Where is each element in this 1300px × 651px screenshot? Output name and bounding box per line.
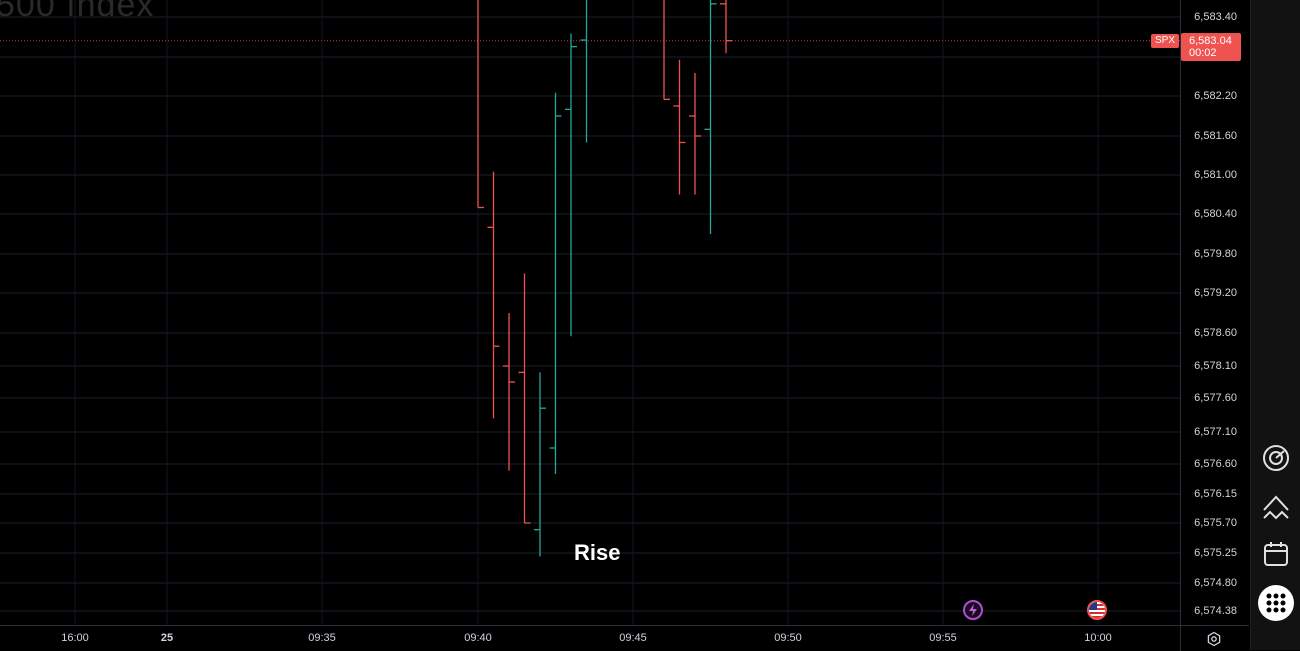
price-tick-label: 6,579.20 bbox=[1194, 287, 1237, 299]
price-tick-label: 6,574.38 bbox=[1194, 605, 1237, 617]
price-tick-label: 6,578.60 bbox=[1194, 327, 1237, 339]
symbol-tag: SPX bbox=[1151, 34, 1180, 48]
time-tick-label: 09:50 bbox=[774, 632, 802, 644]
time-tick-label: 16:00 bbox=[61, 632, 89, 644]
time-tick-label: 09:35 bbox=[308, 632, 336, 644]
price-tick-label: 6,575.25 bbox=[1194, 547, 1237, 559]
time-tick-label: 10:00 bbox=[1084, 632, 1112, 644]
calendar-icon[interactable] bbox=[1258, 536, 1294, 572]
time-tick-label: 09:40 bbox=[464, 632, 492, 644]
price-tick-label: 6,576.60 bbox=[1194, 458, 1237, 470]
price-tick-label: 6,575.70 bbox=[1194, 517, 1237, 529]
pattern-icon[interactable] bbox=[1258, 488, 1294, 524]
time-tick-label: 25 bbox=[160, 632, 174, 644]
price-tick-label: 6,582.20 bbox=[1194, 90, 1237, 102]
current-price-tag: 6,583.04 00:02 bbox=[1181, 33, 1241, 61]
settings-gear-icon[interactable] bbox=[1206, 631, 1222, 647]
time-axis[interactable]: 16:00 25 09:35 09:40 09:45 09:50 09:55 10:00 bbox=[0, 625, 1180, 651]
price-tick-label: 6,581.60 bbox=[1194, 130, 1237, 142]
rise-label: Rise bbox=[574, 540, 621, 565]
price-tick-label: 6,578.10 bbox=[1194, 360, 1237, 372]
price-tick-label: 6,576.15 bbox=[1194, 488, 1237, 500]
chart-canvas[interactable] bbox=[0, 0, 1180, 625]
bar-countdown: 00:02 bbox=[1189, 47, 1217, 59]
time-tick-label: 09:55 bbox=[929, 632, 957, 644]
chart-area[interactable]: 500 Index Rise bbox=[0, 0, 1180, 625]
price-tick-label: 6,579.80 bbox=[1194, 248, 1237, 260]
current-price-value: 6,583.04 bbox=[1189, 35, 1232, 47]
price-tick-label: 6,581.00 bbox=[1194, 169, 1237, 181]
lightning-event-icon[interactable] bbox=[963, 600, 983, 620]
time-tick-label: 09:45 bbox=[619, 632, 647, 644]
axis-settings-corner[interactable] bbox=[1180, 625, 1249, 651]
price-tick-label: 6,577.10 bbox=[1194, 426, 1237, 438]
us-flag-event-icon[interactable] bbox=[1087, 600, 1107, 620]
price-tick-label: 6,580.40 bbox=[1194, 208, 1237, 220]
price-axis[interactable]: 6,583.40 6,582.20 6,581.60 6,581.00 6,580.40… bbox=[1180, 0, 1249, 625]
price-tick-label: 6,574.80 bbox=[1194, 577, 1237, 589]
price-tick-label: 6,583.40 bbox=[1194, 11, 1237, 23]
radar-icon[interactable] bbox=[1258, 440, 1294, 476]
apps-grid-icon[interactable] bbox=[1258, 585, 1294, 621]
right-toolbar bbox=[1250, 0, 1300, 650]
price-tick-label: 6,577.60 bbox=[1194, 392, 1237, 404]
